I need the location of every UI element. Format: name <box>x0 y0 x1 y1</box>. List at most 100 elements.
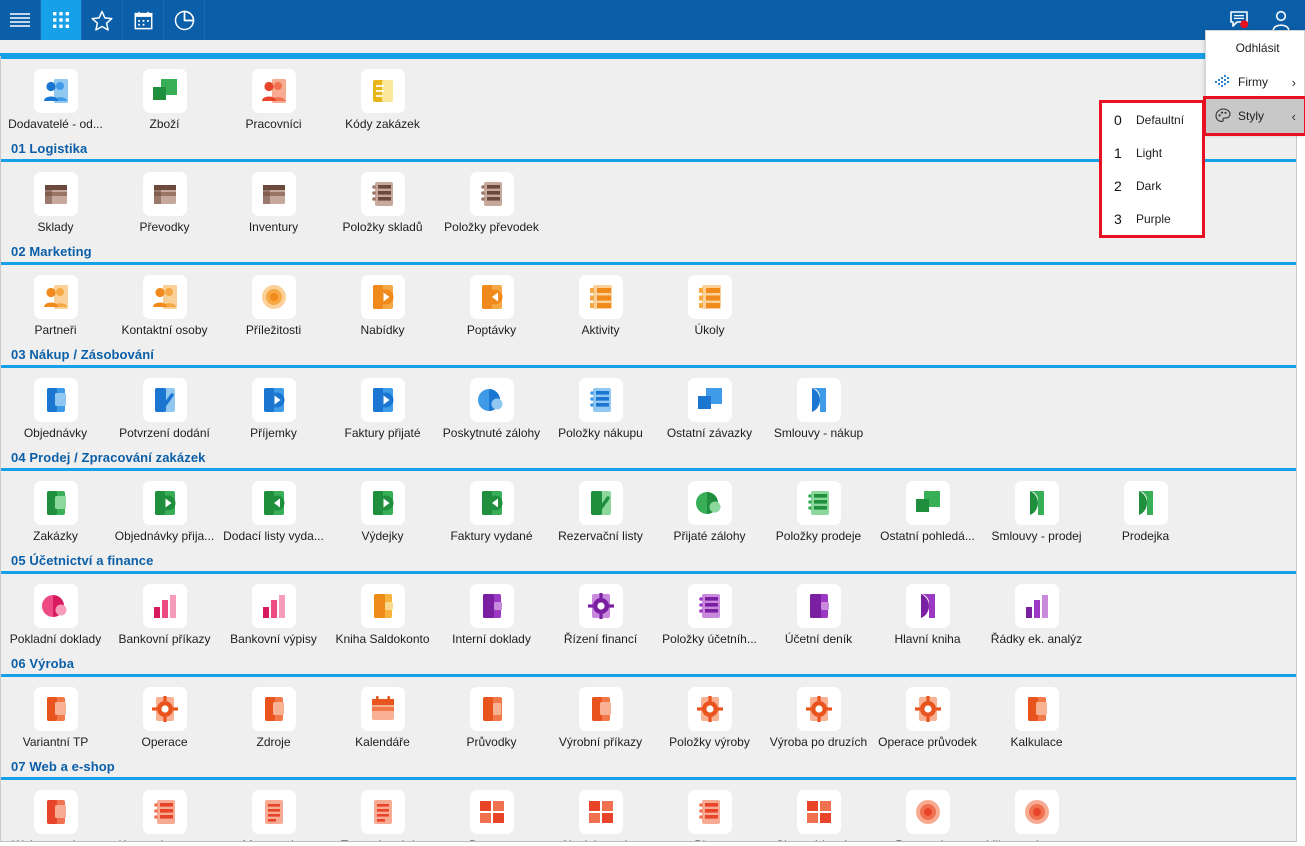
app-tile[interactable]: Věrnostní progra... <box>982 788 1091 842</box>
app-tile[interactable]: Poskytnuté zálohy <box>437 376 546 440</box>
app-tile[interactable]: Položky nákupu <box>546 376 655 440</box>
app-tile[interactable]: Pracovníci <box>219 67 328 131</box>
app-tile[interactable]: Potvrzení dodání <box>110 376 219 440</box>
app-tile[interactable]: Ostatní pohledá... <box>873 479 982 543</box>
app-tile-label: Řízení financí <box>563 632 638 646</box>
app-tile[interactable]: Položky výroby <box>655 685 764 749</box>
app-tile[interactable]: Interní doklady <box>437 582 546 646</box>
user-menu-item-odhlásit[interactable]: Odhlásit <box>1206 31 1304 65</box>
app-tile[interactable]: Hlavní kniha <box>873 582 982 646</box>
app-tile[interactable]: Příležitosti <box>219 273 328 337</box>
vertical-scrollbar[interactable] <box>1298 56 1305 842</box>
incoming-invoices-icon <box>360 378 405 422</box>
app-group: 04 Prodej / Zpracování zakázek Zakázky O… <box>1 446 1296 549</box>
app-tile[interactable]: Menu webu <box>219 788 328 842</box>
menu-icon-button[interactable] <box>0 0 41 40</box>
user-menu-item-firmy[interactable]: Firmy › <box>1206 65 1304 99</box>
calendar-icon-button[interactable] <box>123 0 164 40</box>
app-tile[interactable]: Výroba po druzích <box>764 685 873 749</box>
app-tile[interactable]: Účetní deník <box>764 582 873 646</box>
app-tile-label: Rezervační listy <box>558 529 643 543</box>
app-tile[interactable]: Dodavatelé - od... <box>1 67 110 131</box>
style-option-purple[interactable]: 3 Purple <box>1102 202 1202 235</box>
app-tile[interactable]: Dodací listy vyda... <box>219 479 328 543</box>
app-tile[interactable]: Promo akce <box>873 788 982 842</box>
app-tile[interactable]: Objednávky přija... <box>110 479 219 543</box>
chart-pie-icon-button[interactable] <box>164 0 205 40</box>
app-tile[interactable]: Partneři <box>1 273 110 337</box>
app-tile[interactable]: Přijaté zálohy <box>655 479 764 543</box>
production-by-type-icon <box>796 687 841 731</box>
app-tile-row: Zakázky Objednávky přija... Dodací listy… <box>1 471 1296 549</box>
app-tile[interactable]: Kniha Saldokonto <box>328 582 437 646</box>
app-tile[interactable]: Rezervační listy <box>546 479 655 543</box>
app-tile[interactable]: Novinky webu <box>546 788 655 842</box>
app-tile-label: Objednávky <box>23 426 88 440</box>
user-menu-item-styly[interactable]: Styly ‹ <box>1203 96 1305 136</box>
app-tile[interactable]: Faktury vydané <box>437 479 546 543</box>
app-tile[interactable]: Položky skladů <box>328 170 437 234</box>
app-tile[interactable]: Aktivity <box>546 273 655 337</box>
app-tile[interactable]: Kódy zakázek <box>328 67 437 131</box>
app-tile[interactable]: Bankovní příkazy <box>110 582 219 646</box>
app-tile[interactable]: Převodky <box>110 170 219 234</box>
style-option-defaultní[interactable]: 0 Defaultní <box>1102 103 1202 136</box>
star-icon-button[interactable] <box>82 0 123 40</box>
route-cards-icon <box>482 697 502 721</box>
app-tile[interactable]: Úkoly <box>655 273 764 337</box>
app-tile-label: Objednávky přija... <box>114 529 215 543</box>
star-icon <box>91 10 113 31</box>
app-tile[interactable]: Zakázky <box>1 479 110 543</box>
app-tile[interactable]: Položky převodek <box>437 170 546 234</box>
user-account-icon-button[interactable] <box>1271 10 1291 31</box>
app-tile[interactable]: Řízení financí <box>546 582 655 646</box>
app-tile[interactable]: Položky účetníh... <box>655 582 764 646</box>
app-tile[interactable]: Weby a e-shopy <box>1 788 110 842</box>
app-tile[interactable]: Výrobní příkazy <box>546 685 655 749</box>
tasks-icon <box>698 285 721 309</box>
app-tile-label: Zdroje <box>256 735 291 749</box>
app-tile[interactable]: Inventury <box>219 170 328 234</box>
app-tile[interactable]: Faktury přijaté <box>328 376 437 440</box>
app-tile[interactable]: Položky prodeje <box>764 479 873 543</box>
app-tile[interactable]: Zboží <box>110 67 219 131</box>
app-tile[interactable]: Výdejky <box>328 479 437 543</box>
menu-icon <box>10 13 30 27</box>
app-tile[interactable]: Operace <box>110 685 219 749</box>
app-tile[interactable]: Nabídky <box>328 273 437 337</box>
app-tile[interactable]: Bannery <box>437 788 546 842</box>
app-tile[interactable]: Blogy <box>655 788 764 842</box>
app-tile[interactable]: Objednávky <box>1 376 110 440</box>
app-tile[interactable]: Kalkulace <box>982 685 1091 749</box>
app-tile[interactable]: Textové stránky <box>328 788 437 842</box>
app-tile[interactable]: Průvodky <box>437 685 546 749</box>
app-tile-label: Příjemky <box>250 426 297 440</box>
app-tile[interactable]: Příjemky <box>219 376 328 440</box>
sales-contracts-icon <box>1029 491 1044 515</box>
app-tile[interactable]: Zdroje <box>219 685 328 749</box>
app-tile[interactable]: Operace průvodek <box>873 685 982 749</box>
style-option-light[interactable]: 1 Light <box>1102 136 1202 169</box>
app-tile[interactable]: Řádky ek. analýz <box>982 582 1091 646</box>
app-tile[interactable]: Smlouvy - prodej <box>982 479 1091 543</box>
style-option-dark[interactable]: 2 Dark <box>1102 169 1202 202</box>
styles-submenu: 0 Defaultní 1 Light 2 Dark 3 Purple <box>1099 100 1205 238</box>
app-tile[interactable]: Pokladní doklady <box>1 582 110 646</box>
messages-icon-button[interactable] <box>1229 10 1251 30</box>
accounting-journal-icon <box>809 594 829 618</box>
apps-grid-icon-button[interactable] <box>41 0 82 40</box>
app-tile[interactable]: Kategorie - strom <box>110 788 219 842</box>
app-tile[interactable]: Bankovní výpisy <box>219 582 328 646</box>
app-tile[interactable]: Ostatní závazky <box>655 376 764 440</box>
app-tile[interactable]: Smlouvy - nákup <box>764 376 873 440</box>
style-option-index: 3 <box>1114 210 1122 227</box>
app-tile[interactable]: Variantní TP <box>1 685 110 749</box>
app-group: 07 Web a e-shop Weby a e-shopy Kategorie… <box>1 755 1296 842</box>
app-tile[interactable]: Sklady <box>1 170 110 234</box>
app-tile[interactable]: Slevové kupóny <box>764 788 873 842</box>
app-tile[interactable]: Prodejka <box>1091 479 1200 543</box>
app-tile[interactable]: Poptávky <box>437 273 546 337</box>
app-group-title: 06 Výroba <box>11 656 75 671</box>
app-tile[interactable]: Kalendáře <box>328 685 437 749</box>
app-tile[interactable]: Kontaktní osoby <box>110 273 219 337</box>
